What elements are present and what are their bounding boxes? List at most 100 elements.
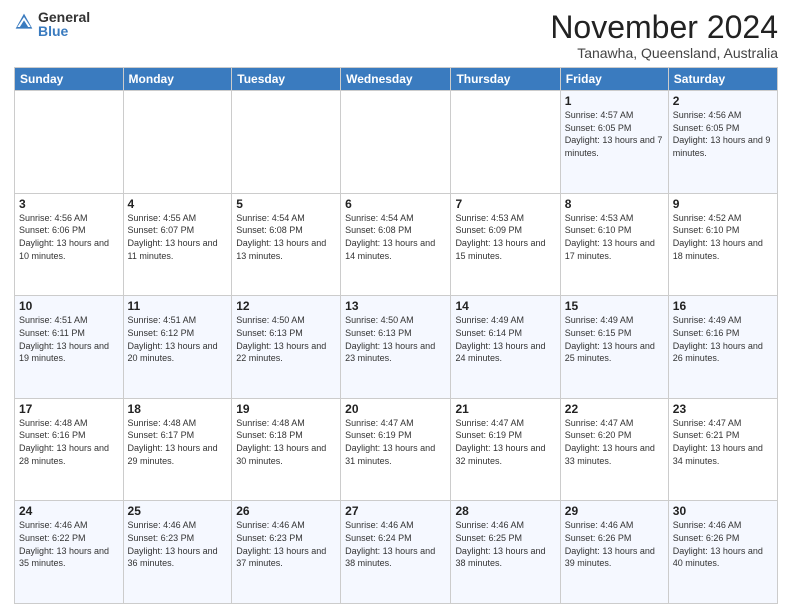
header-sunday: Sunday	[15, 68, 124, 91]
day-info: Sunrise: 4:56 AM Sunset: 6:06 PM Dayligh…	[19, 212, 119, 262]
cell-4-2: 26Sunrise: 4:46 AM Sunset: 6:23 PM Dayli…	[232, 501, 341, 604]
day-info: Sunrise: 4:54 AM Sunset: 6:08 PM Dayligh…	[345, 212, 446, 262]
day-number: 13	[345, 299, 446, 313]
week-row-1: 1Sunrise: 4:57 AM Sunset: 6:05 PM Daylig…	[15, 91, 778, 194]
cell-0-5: 1Sunrise: 4:57 AM Sunset: 6:05 PM Daylig…	[560, 91, 668, 194]
cell-2-5: 15Sunrise: 4:49 AM Sunset: 6:15 PM Dayli…	[560, 296, 668, 399]
day-number: 15	[565, 299, 664, 313]
cell-4-4: 28Sunrise: 4:46 AM Sunset: 6:25 PM Dayli…	[451, 501, 560, 604]
day-number: 5	[236, 197, 336, 211]
day-number: 23	[673, 402, 773, 416]
day-number: 10	[19, 299, 119, 313]
day-number: 7	[455, 197, 555, 211]
day-info: Sunrise: 4:46 AM Sunset: 6:25 PM Dayligh…	[455, 519, 555, 569]
cell-0-3	[341, 91, 451, 194]
logo-text: General Blue	[38, 10, 90, 38]
day-number: 9	[673, 197, 773, 211]
day-info: Sunrise: 4:53 AM Sunset: 6:09 PM Dayligh…	[455, 212, 555, 262]
header-thursday: Thursday	[451, 68, 560, 91]
header-friday: Friday	[560, 68, 668, 91]
page: General Blue November 2024 Tanawha, Quee…	[0, 0, 792, 612]
day-info: Sunrise: 4:53 AM Sunset: 6:10 PM Dayligh…	[565, 212, 664, 262]
logo-blue: Blue	[38, 24, 90, 38]
day-info: Sunrise: 4:48 AM Sunset: 6:16 PM Dayligh…	[19, 417, 119, 467]
cell-3-1: 18Sunrise: 4:48 AM Sunset: 6:17 PM Dayli…	[123, 398, 232, 501]
day-number: 21	[455, 402, 555, 416]
cell-2-2: 12Sunrise: 4:50 AM Sunset: 6:13 PM Dayli…	[232, 296, 341, 399]
day-info: Sunrise: 4:49 AM Sunset: 6:15 PM Dayligh…	[565, 314, 664, 364]
day-info: Sunrise: 4:49 AM Sunset: 6:16 PM Dayligh…	[673, 314, 773, 364]
day-info: Sunrise: 4:48 AM Sunset: 6:18 PM Dayligh…	[236, 417, 336, 467]
logo-icon	[14, 12, 34, 37]
header-saturday: Saturday	[668, 68, 777, 91]
cell-1-2: 5Sunrise: 4:54 AM Sunset: 6:08 PM Daylig…	[232, 193, 341, 296]
cell-4-5: 29Sunrise: 4:46 AM Sunset: 6:26 PM Dayli…	[560, 501, 668, 604]
cell-0-6: 2Sunrise: 4:56 AM Sunset: 6:05 PM Daylig…	[668, 91, 777, 194]
cell-0-0	[15, 91, 124, 194]
day-number: 4	[128, 197, 228, 211]
day-number: 27	[345, 504, 446, 518]
day-number: 17	[19, 402, 119, 416]
day-info: Sunrise: 4:47 AM Sunset: 6:21 PM Dayligh…	[673, 417, 773, 467]
header-tuesday: Tuesday	[232, 68, 341, 91]
day-number: 22	[565, 402, 664, 416]
day-number: 18	[128, 402, 228, 416]
day-info: Sunrise: 4:46 AM Sunset: 6:22 PM Dayligh…	[19, 519, 119, 569]
day-number: 24	[19, 504, 119, 518]
weekday-header-row: Sunday Monday Tuesday Wednesday Thursday…	[15, 68, 778, 91]
day-number: 12	[236, 299, 336, 313]
cell-0-4	[451, 91, 560, 194]
day-number: 2	[673, 94, 773, 108]
header-monday: Monday	[123, 68, 232, 91]
cell-3-0: 17Sunrise: 4:48 AM Sunset: 6:16 PM Dayli…	[15, 398, 124, 501]
day-info: Sunrise: 4:51 AM Sunset: 6:11 PM Dayligh…	[19, 314, 119, 364]
cell-1-0: 3Sunrise: 4:56 AM Sunset: 6:06 PM Daylig…	[15, 193, 124, 296]
day-info: Sunrise: 4:46 AM Sunset: 6:24 PM Dayligh…	[345, 519, 446, 569]
day-number: 29	[565, 504, 664, 518]
day-number: 19	[236, 402, 336, 416]
day-info: Sunrise: 4:47 AM Sunset: 6:19 PM Dayligh…	[455, 417, 555, 467]
cell-3-2: 19Sunrise: 4:48 AM Sunset: 6:18 PM Dayli…	[232, 398, 341, 501]
cell-1-6: 9Sunrise: 4:52 AM Sunset: 6:10 PM Daylig…	[668, 193, 777, 296]
day-info: Sunrise: 4:47 AM Sunset: 6:20 PM Dayligh…	[565, 417, 664, 467]
day-number: 14	[455, 299, 555, 313]
calendar-table: Sunday Monday Tuesday Wednesday Thursday…	[14, 67, 778, 604]
location-subtitle: Tanawha, Queensland, Australia	[550, 45, 778, 61]
day-info: Sunrise: 4:57 AM Sunset: 6:05 PM Dayligh…	[565, 109, 664, 159]
day-number: 3	[19, 197, 119, 211]
cell-1-4: 7Sunrise: 4:53 AM Sunset: 6:09 PM Daylig…	[451, 193, 560, 296]
day-info: Sunrise: 4:54 AM Sunset: 6:08 PM Dayligh…	[236, 212, 336, 262]
cell-1-1: 4Sunrise: 4:55 AM Sunset: 6:07 PM Daylig…	[123, 193, 232, 296]
week-row-4: 17Sunrise: 4:48 AM Sunset: 6:16 PM Dayli…	[15, 398, 778, 501]
cell-2-6: 16Sunrise: 4:49 AM Sunset: 6:16 PM Dayli…	[668, 296, 777, 399]
day-number: 28	[455, 504, 555, 518]
day-info: Sunrise: 4:50 AM Sunset: 6:13 PM Dayligh…	[345, 314, 446, 364]
day-info: Sunrise: 4:50 AM Sunset: 6:13 PM Dayligh…	[236, 314, 336, 364]
day-info: Sunrise: 4:46 AM Sunset: 6:26 PM Dayligh…	[673, 519, 773, 569]
day-number: 25	[128, 504, 228, 518]
day-number: 30	[673, 504, 773, 518]
logo: General Blue	[14, 10, 90, 38]
cell-2-4: 14Sunrise: 4:49 AM Sunset: 6:14 PM Dayli…	[451, 296, 560, 399]
cell-4-1: 25Sunrise: 4:46 AM Sunset: 6:23 PM Dayli…	[123, 501, 232, 604]
cell-4-6: 30Sunrise: 4:46 AM Sunset: 6:26 PM Dayli…	[668, 501, 777, 604]
day-number: 26	[236, 504, 336, 518]
day-info: Sunrise: 4:51 AM Sunset: 6:12 PM Dayligh…	[128, 314, 228, 364]
day-info: Sunrise: 4:46 AM Sunset: 6:23 PM Dayligh…	[128, 519, 228, 569]
logo-general: General	[38, 10, 90, 24]
cell-1-3: 6Sunrise: 4:54 AM Sunset: 6:08 PM Daylig…	[341, 193, 451, 296]
cell-2-3: 13Sunrise: 4:50 AM Sunset: 6:13 PM Dayli…	[341, 296, 451, 399]
week-row-2: 3Sunrise: 4:56 AM Sunset: 6:06 PM Daylig…	[15, 193, 778, 296]
month-title: November 2024	[550, 10, 778, 45]
day-info: Sunrise: 4:55 AM Sunset: 6:07 PM Dayligh…	[128, 212, 228, 262]
day-number: 6	[345, 197, 446, 211]
day-number: 8	[565, 197, 664, 211]
day-info: Sunrise: 4:46 AM Sunset: 6:26 PM Dayligh…	[565, 519, 664, 569]
header: General Blue November 2024 Tanawha, Quee…	[14, 10, 778, 61]
day-info: Sunrise: 4:48 AM Sunset: 6:17 PM Dayligh…	[128, 417, 228, 467]
day-info: Sunrise: 4:56 AM Sunset: 6:05 PM Dayligh…	[673, 109, 773, 159]
cell-3-3: 20Sunrise: 4:47 AM Sunset: 6:19 PM Dayli…	[341, 398, 451, 501]
day-number: 20	[345, 402, 446, 416]
cell-0-2	[232, 91, 341, 194]
cell-2-0: 10Sunrise: 4:51 AM Sunset: 6:11 PM Dayli…	[15, 296, 124, 399]
